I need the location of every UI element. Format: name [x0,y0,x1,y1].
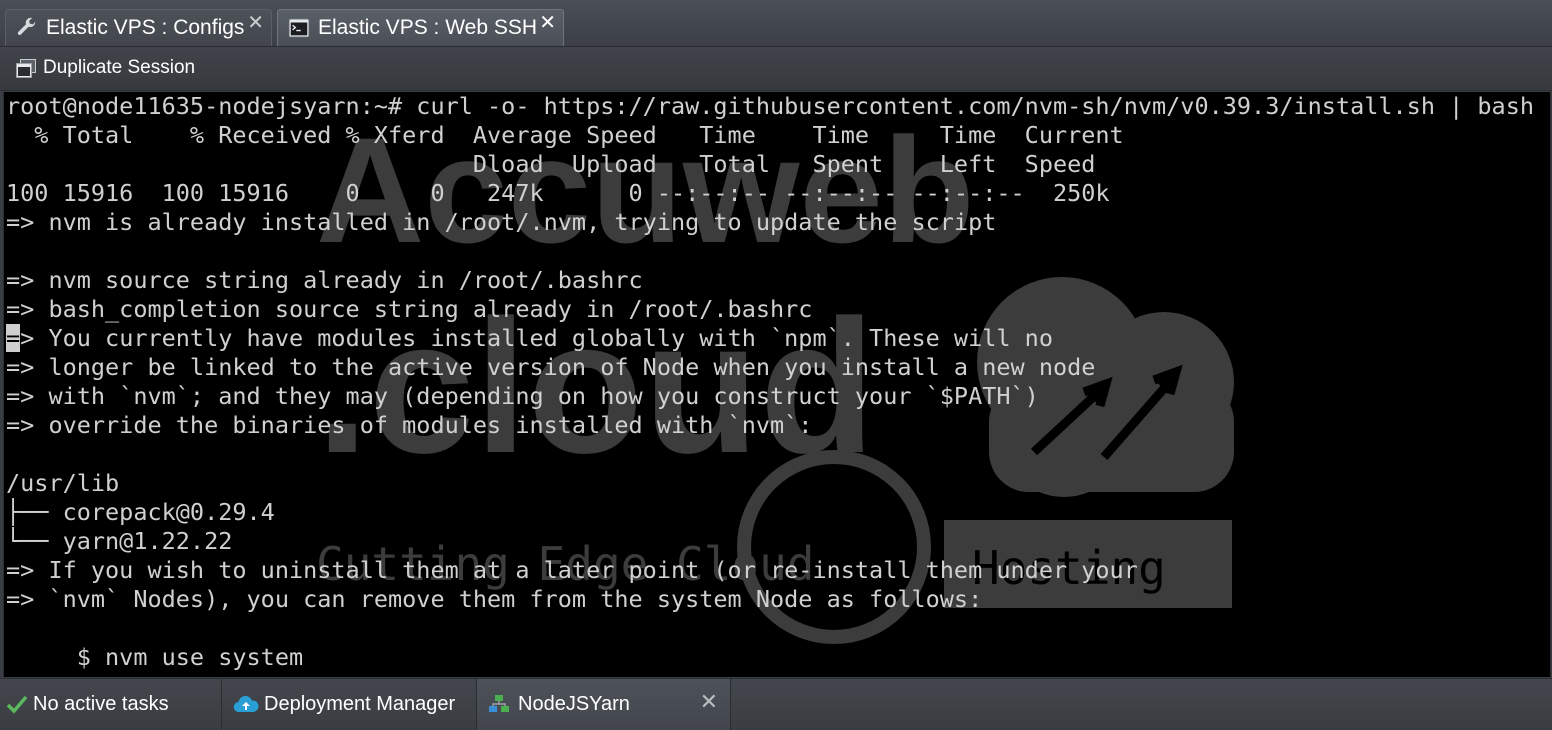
tab-configs-close-icon[interactable]: ✕ [247,10,264,34]
status-bar: No active tasks Deployment Manager NodeJ… [0,678,1552,730]
duplicate-session-icon [16,59,36,78]
deployment-manager-button[interactable]: Deployment Manager [222,679,477,730]
tab-web-ssh-close-icon[interactable]: ✕ [539,10,556,34]
wrench-icon [17,17,36,35]
terminal-line: 100 15916 100 15916 0 0 247k 0 --:--:-- … [6,179,1110,207]
toolbar: Duplicate Session [0,47,1552,91]
tab-web-ssh-label: Elastic VPS : Web SSH [318,16,538,39]
cloud-upload-icon [233,695,259,713]
duplicate-session-label: Duplicate Session [43,57,196,78]
terminal-line: root@node11635-nodejsyarn:~# curl -o- ht… [6,92,1535,120]
terminal-line: => You currently have modules installed … [6,324,1053,353]
web-ssh-terminal[interactable]: Accuweb .cloud Cutting Edge Cloud Hostin… [3,92,1551,677]
environment-tab-close-icon[interactable]: ✕ [700,690,718,715]
terminal-line: => longer be linked to the active versio… [6,353,1096,381]
tab-strip: Elastic VPS : Configs ✕ Elastic VPS : We… [0,0,1552,47]
environment-icon [489,695,509,712]
terminal-line: => nvm source string already in /root/.b… [6,266,643,294]
terminal-line: ├── corepack@0.29.4 [6,498,275,526]
tab-web-ssh[interactable]: Elastic VPS : Web SSH ✕ [277,9,564,46]
environment-tab-nodejsyarn[interactable]: NodeJSYarn ✕ [477,679,731,730]
tasks-status-label: No active tasks [33,693,169,715]
terminal-cursor: = [6,324,21,352]
deployment-manager-label: Deployment Manager [264,693,456,715]
terminal-line: % Total % Received % Xferd Average Speed… [6,121,1124,149]
terminal-line: Dload Upload Total Spent Left Speed [6,150,1096,178]
terminal-line: => If you wish to uninstall them at a la… [6,556,1138,584]
terminal-line: └── yarn@1.22.22 [6,527,233,555]
terminal-icon [288,18,310,38]
environment-tab-label: NodeJSYarn [518,693,630,715]
tasks-status[interactable]: No active tasks [0,679,222,730]
terminal-line: => `nvm` Nodes), you can remove them fro… [6,585,983,613]
terminal-line: /usr/lib [6,469,120,497]
tab-configs[interactable]: Elastic VPS : Configs ✕ [5,9,272,46]
terminal-line: => nvm is already installed in /root/.nv… [6,208,997,236]
terminal-line-text: > You currently have modules installed g… [20,324,1053,352]
checkmark-icon [6,695,28,714]
terminal-line: $ nvm use system [6,643,304,671]
terminal-line: => with `nvm`; and they may (depending o… [6,382,1039,410]
tab-configs-label: Elastic VPS : Configs [46,16,245,39]
terminal-line: => bash_completion source string already… [6,295,813,323]
terminal-line: => override the binaries of modules inst… [6,411,813,439]
